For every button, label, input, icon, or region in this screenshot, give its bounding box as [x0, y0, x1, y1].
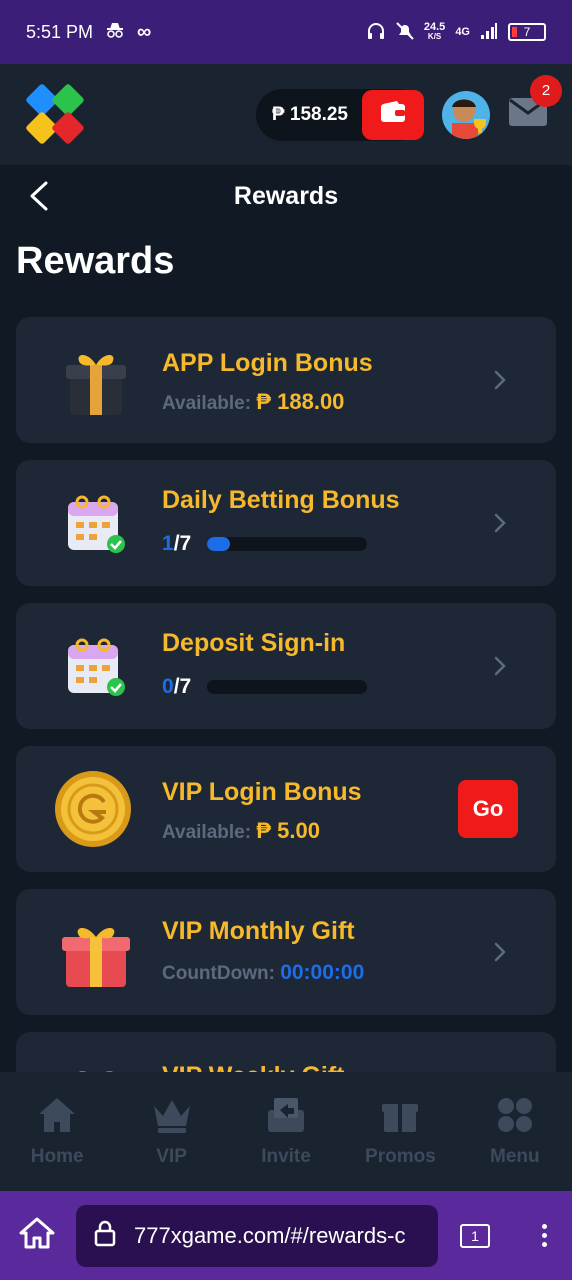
nav-label: Invite — [261, 1145, 311, 1167]
crown-icon — [151, 1096, 193, 1140]
nav-vip[interactable]: VIP — [114, 1072, 228, 1191]
nav-home[interactable]: Home — [0, 1072, 114, 1191]
reward-title: APP Login Bonus — [162, 349, 373, 377]
mail-button[interactable]: 2 — [508, 74, 562, 135]
chevron-right-icon — [492, 510, 508, 536]
nav-label: VIP — [156, 1145, 187, 1167]
gift-box-icon — [56, 341, 136, 421]
tab-switcher-button[interactable]: 1 — [460, 1223, 490, 1248]
menu-icon — [495, 1096, 535, 1140]
reward-card-app-login[interactable]: APP Login Bonus Available: ₱ 188.00 — [16, 317, 556, 443]
wallet-widget: ₱ 158.25 — [255, 88, 424, 141]
app-header: ₱ 158.25 2 — [0, 64, 572, 165]
status-time: 5:51 PM — [26, 21, 94, 42]
reward-title: Daily Betting Bonus — [162, 486, 400, 514]
bell-muted-icon — [396, 21, 414, 44]
nav-label: Promos — [365, 1145, 436, 1167]
reward-card-daily-betting[interactable]: Daily Betting Bonus 1/7 — [16, 460, 556, 586]
calendar-check-icon — [56, 484, 136, 564]
incognito-icon — [105, 22, 125, 43]
reward-card-vip-monthly[interactable]: VIP Monthly Gift CountDown: 00:00:00 — [16, 889, 556, 1015]
mail-badge: 2 — [530, 74, 562, 107]
infinity-icon: ∞ — [137, 20, 152, 43]
more-options-icon[interactable] — [542, 1220, 548, 1251]
chevron-right-icon — [492, 939, 508, 965]
calendar-check-icon — [56, 627, 136, 707]
progress-bar — [207, 680, 368, 694]
reward-progress: 0/7 — [162, 675, 368, 699]
progress-fill — [207, 537, 230, 551]
reward-card-vip-login: VIP Login Bonus Available: ₱ 5.00 Go — [16, 746, 556, 872]
reward-countdown: CountDown: 00:00:00 — [162, 961, 365, 984]
reward-available: Available: ₱ 188.00 — [162, 389, 345, 414]
nav-invite[interactable]: Invite — [229, 1072, 343, 1191]
wallet-button[interactable] — [362, 89, 424, 140]
nav-label: Home — [30, 1145, 84, 1167]
headset-icon — [366, 21, 386, 44]
signal-icon — [480, 22, 498, 43]
invite-icon — [266, 1096, 306, 1140]
reward-available: Available: ₱ 5.00 — [162, 818, 320, 843]
status-bar: 5:51 PM ∞ 24.5 K/S 4G 7 — [0, 0, 572, 64]
reward-title: VIP Login Bonus — [162, 778, 362, 806]
url-bar[interactable]: 777xgame.com/#/rewards-c — [76, 1204, 438, 1267]
nav-label: Menu — [490, 1145, 540, 1167]
lock-icon — [94, 1219, 116, 1253]
page-nav-bar: Rewards — [0, 165, 572, 227]
bottom-nav: Home VIP Invite Promos Menu — [0, 1072, 572, 1191]
go-button[interactable]: Go — [458, 780, 518, 838]
rewards-list: APP Login Bonus Available: ₱ 188.00 Dail… — [16, 317, 556, 1175]
reward-title: VIP Monthly Gift — [162, 917, 355, 945]
network-type: 4G — [455, 26, 470, 38]
app-logo[interactable] — [24, 82, 86, 146]
nav-menu[interactable]: Menu — [458, 1072, 572, 1191]
coin-icon — [52, 768, 132, 848]
page-title: Rewards — [16, 240, 175, 282]
reward-card-deposit-signin[interactable]: Deposit Sign-in 0/7 — [16, 603, 556, 729]
nav-title: Rewards — [233, 181, 339, 210]
browser-toolbar: 777xgame.com/#/rewards-c 1 — [0, 1191, 572, 1280]
wallet-icon — [379, 100, 407, 129]
red-gift-icon — [56, 913, 136, 993]
avatar[interactable] — [442, 90, 490, 139]
chevron-right-icon — [492, 367, 508, 393]
progress-bar — [207, 537, 368, 551]
nav-promos[interactable]: Promos — [343, 1072, 457, 1191]
back-icon[interactable] — [26, 179, 56, 213]
url-text: 777xgame.com/#/rewards-c — [134, 1222, 406, 1248]
net-speed: 24.5 K/S — [423, 21, 446, 42]
wallet-balance: ₱ 158.25 — [271, 103, 348, 125]
battery-icon: 7 — [508, 23, 546, 41]
reward-title: Deposit Sign-in — [162, 629, 346, 657]
gift-icon — [380, 1096, 420, 1140]
home-icon — [37, 1096, 77, 1140]
chevron-right-icon — [492, 653, 508, 679]
reward-progress: 1/7 — [162, 532, 368, 556]
browser-home-icon[interactable] — [18, 1216, 56, 1255]
